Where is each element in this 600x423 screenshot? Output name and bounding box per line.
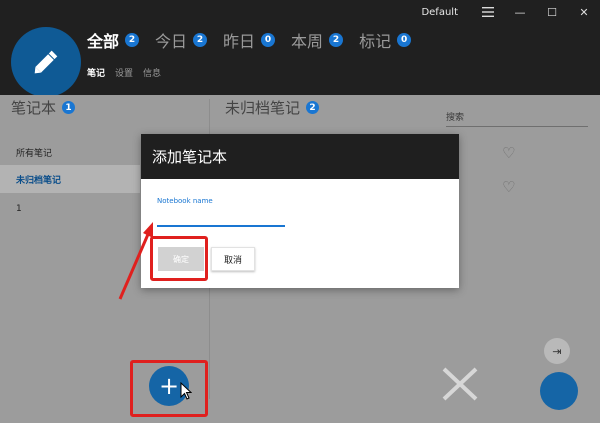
annotation-arrow-icon: [118, 222, 153, 300]
